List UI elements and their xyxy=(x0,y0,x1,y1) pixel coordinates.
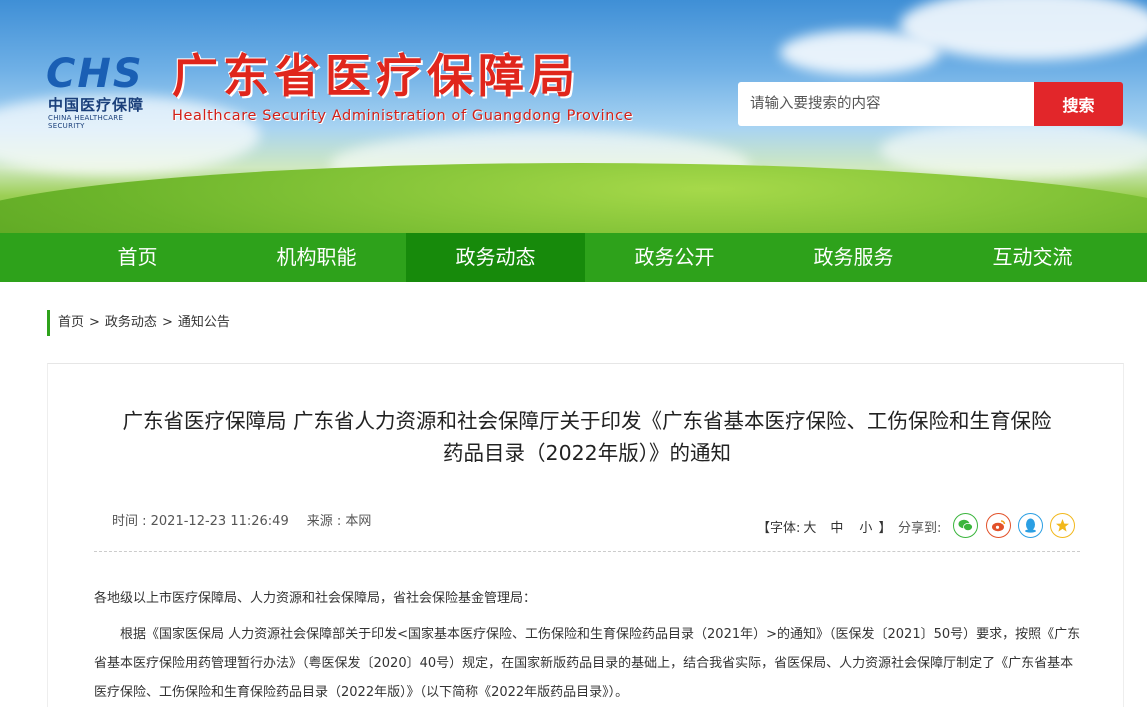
breadcrumb-home[interactable]: 首页 xyxy=(58,315,84,330)
share-label: 分享到: xyxy=(898,521,942,536)
cloud-decoration xyxy=(780,30,940,75)
nav-item-organization[interactable]: 机构职能 xyxy=(227,233,406,282)
article-meta: 时间 : 2021-12-23 11:26:49 来源 : 本网 xyxy=(112,510,389,529)
nav-item-news[interactable]: 政务动态 xyxy=(406,233,585,282)
meta-divider xyxy=(94,551,1080,552)
font-size-switcher: 【字体: 大中 小】 xyxy=(757,517,891,536)
site-subtitle: Healthcare Security Administration of Gu… xyxy=(172,108,634,124)
breadcrumb-separator: > xyxy=(89,315,100,330)
article-paragraph-body: 根据《国家医保局 人力资源社会保障部关于印发<国家基本医疗保险、工伤保险和生育保… xyxy=(94,627,1081,700)
breadcrumb-separator: > xyxy=(161,315,173,330)
article-source: 来源 : 本网 xyxy=(306,514,372,529)
font-size-medium[interactable]: 中 xyxy=(830,521,843,536)
breadcrumb-notices[interactable]: 通知公告 xyxy=(178,315,230,330)
qzone-icon[interactable] xyxy=(1050,513,1075,538)
nav-item-home[interactable]: 首页 xyxy=(48,233,227,282)
nav-item-interaction[interactable]: 互动交流 xyxy=(943,233,1122,282)
site-title: 广东省医疗保障局 xyxy=(172,49,580,103)
breadcrumb: 首页 > 政务动态 > 通知公告 xyxy=(47,310,230,336)
nav-item-public-affairs[interactable]: 政务公开 xyxy=(585,233,764,282)
article-title-line1: 广东省医疗保障局 广东省人力资源和社会保障厅关于印发《广东省基本医疗保险、工伤保… xyxy=(122,409,1052,433)
article-paragraph-salutation: 各地级以上市医疗保障局、人力资源和社会保障局，省社会保险基金管理局： xyxy=(94,591,537,606)
font-size-small[interactable]: 小 xyxy=(859,521,872,536)
article-title-line2: 药品目录（2022年版）》的通知 xyxy=(443,441,731,465)
qq-icon[interactable] xyxy=(1018,513,1043,538)
logo-mark: CHS xyxy=(46,51,144,97)
nav-item-services[interactable]: 政务服务 xyxy=(764,233,943,282)
weibo-icon[interactable] xyxy=(986,513,1011,538)
font-size-label: 【字体: xyxy=(757,521,801,536)
search-button[interactable]: 搜索 xyxy=(1034,82,1123,126)
font-size-large[interactable]: 大 xyxy=(803,521,816,536)
main-nav: 首页 机构职能 政务动态 政务公开 政务服务 互动交流 xyxy=(0,233,1147,282)
search-input[interactable] xyxy=(738,82,1034,126)
chs-logo[interactable]: CHS 中国医疗保障 CHINA HEALTHCARE SECURITY xyxy=(46,51,160,130)
breadcrumb-news[interactable]: 政务动态 xyxy=(105,315,157,330)
font-size-bracket: 】 xyxy=(878,521,892,536)
logo-en-text: CHINA HEALTHCARE SECURITY xyxy=(48,114,124,130)
cloud-decoration xyxy=(880,120,1147,180)
article-title: 广东省医疗保障局 广东省人力资源和社会保障厅关于印发《广东省基本医疗保险、工伤保… xyxy=(94,405,1080,469)
publish-time: 时间 : 2021-12-23 11:26:49 xyxy=(112,514,289,529)
logo-cn-text: 中国医疗保障 xyxy=(48,96,145,114)
wechat-icon[interactable] xyxy=(953,513,978,538)
